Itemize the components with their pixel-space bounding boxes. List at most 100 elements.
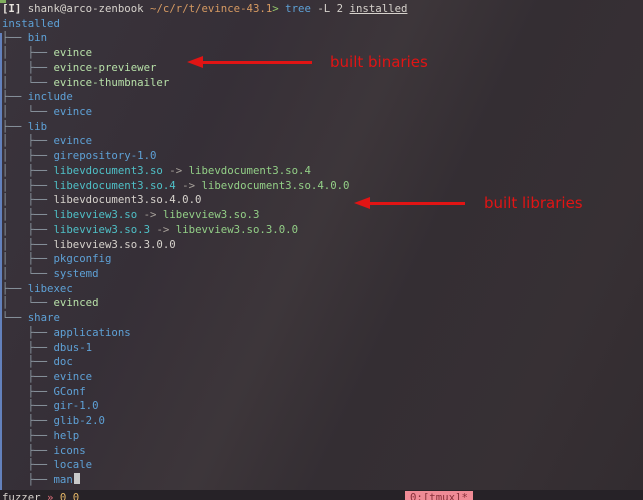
tree-entry: libexec [28,282,73,295]
prompt-segment: installed [350,2,408,15]
terminal-output[interactable]: [I] shank@arco-zenbook ~/c/r/t/evince-43… [2,2,643,488]
tree-line: │ └── evinced [2,296,643,311]
prompt-segment: tree [285,2,317,15]
tree-entry: libevdocument3.so.4.0.0 [53,193,201,206]
tree-entry: GConf [53,385,85,398]
tree-entry: applications [53,326,130,339]
tree-line: ├── icons [2,444,643,459]
tree-line: ├── locale [2,458,643,473]
status-segment: 0 [60,491,73,500]
tree-entry: icons [53,444,85,457]
tree-entry: ├── [2,355,53,368]
terminal-cursor [74,473,80,484]
tree-entry: │ ├── [2,149,53,162]
status-segment: » [47,491,60,500]
tree-entry: ├── [2,399,53,412]
tree-line: │ └── evince-thumbnailer [2,76,643,91]
tree-entry: evince [53,370,92,383]
tree-entry: │ ├── [2,208,53,221]
tree-line: ├── applications [2,326,643,341]
tree-line: ├── gir-1.0 [2,399,643,414]
prompt-segment: ~/c/r/t/evince-43.1 [150,2,272,15]
tree-line: │ ├── evince [2,46,643,61]
prompt-segment: [I] [2,2,28,15]
prompt-segment: shank@arco-zenbook [28,2,150,15]
tree-entry: │ ├── [2,238,53,251]
tree-entry: systemd [53,267,98,280]
tree-line: ├── libexec [2,282,643,297]
tree-entry: ├── [2,385,53,398]
tree-line: │ ├── libevdocument3.so.4 -> libevdocume… [2,179,643,194]
tree-entry: │ └── [2,105,53,118]
tree-entry: │ └── [2,296,53,309]
tree-entry: help [53,429,79,442]
tree-entry: │ └── [2,267,53,280]
terminal-window[interactable]: [I] shank@arco-zenbook ~/c/r/t/evince-43… [0,0,643,500]
tree-entry: │ ├── [2,193,53,206]
tree-entry: man [53,473,72,486]
tree-line: ├── dbus-1 [2,341,643,356]
tree-entry: libevdocument3.so.4.0.0 [202,179,350,192]
tree-line: installed [2,17,643,32]
tree-entry: evinced [53,296,98,309]
tree-entry: ├── [2,370,53,383]
tree-entry: pkgconfig [53,252,111,265]
tree-entry: share [28,311,60,324]
tree-entry: ├── [2,90,28,103]
tree-line: │ ├── pkgconfig [2,252,643,267]
tree-entry: libevview3.so.3.0.0 [53,238,175,251]
tree-line: ├── doc [2,355,643,370]
prompt-segment: > [272,2,285,15]
tree-line: │ └── evince [2,105,643,120]
tree-entry: -> [137,208,163,221]
tree-entry: evince [53,46,92,59]
tree-line: ├── GConf [2,385,643,400]
tree-entry: ├── [2,458,53,471]
tree-entry: -> [163,164,189,177]
tree-line: ├── evince [2,370,643,385]
tree-entry: libevdocument3.so.4 [189,164,311,177]
tree-entry: ├── [2,473,53,486]
tree-entry: ├── [2,444,53,457]
tree-entry: │ ├── [2,61,53,74]
tree-entry: │ ├── [2,179,53,192]
status-segment: fuzzer [2,491,47,500]
tree-entry: ├── [2,341,53,354]
tree-entry: -> [176,179,202,192]
tmux-window-tab[interactable]: 0:[tmux]* [405,491,473,500]
tree-entry: evince-thumbnailer [53,76,169,89]
tree-entry: evince-previewer [53,61,156,74]
tree-line: ├── glib-2.0 [2,414,643,429]
tree-entry: │ └── [2,76,53,89]
tree-line: │ ├── evince-previewer [2,61,643,76]
tree-entry: dbus-1 [53,341,92,354]
tree-entry: glib-2.0 [53,414,104,427]
tree-entry: libevdocument3.so.4 [53,179,175,192]
prompt-segment: -L 2 [317,2,349,15]
status-segment: 0 [73,491,79,500]
tree-line: │ ├── evince [2,134,643,149]
tree-listing: installed├── bin│ ├── evince│ ├── evince… [2,17,643,488]
tree-line: ├── man [2,473,643,488]
status-session-info: fuzzer » 0 0 [2,491,79,500]
tree-entry: ├── [2,414,53,427]
tree-entry: ├── [2,31,28,44]
tree-line: ├── help [2,429,643,444]
tree-entry: │ ├── [2,252,53,265]
tree-entry: ├── [2,282,28,295]
tree-line: └── share [2,311,643,326]
tree-line: │ └── systemd [2,267,643,282]
tree-entry: evince [53,105,92,118]
tree-entry: girepository-1.0 [53,149,156,162]
tree-entry: include [28,90,73,103]
tree-entry: locale [53,458,92,471]
tree-entry: └── [2,311,28,324]
tree-line: │ ├── libevdocument3.so -> libevdocument… [2,164,643,179]
tree-line: │ ├── libevview3.so.3 -> libevview3.so.3… [2,223,643,238]
tree-entry: evince [53,134,92,147]
annotation-label: built libraries [484,194,583,212]
tree-entry: libevview3.so.3 [53,223,150,236]
tree-entry: libevview3.so [53,208,137,221]
tree-entry: lib [28,120,47,133]
tree-entry: libevdocument3.so [53,164,162,177]
